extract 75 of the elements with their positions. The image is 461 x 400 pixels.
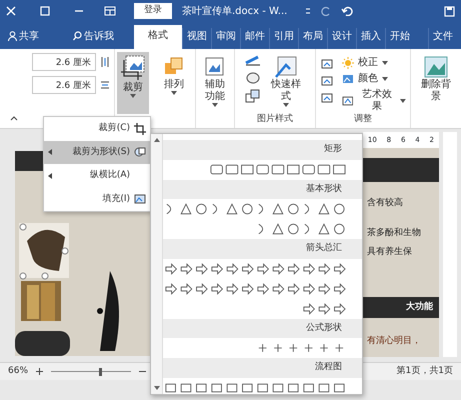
sun-button[interactable]: 校正 <box>342 57 406 69</box>
section-header: 箭头总汇 <box>163 239 362 258</box>
ribbon-tab[interactable]: 格式 <box>134 25 182 49</box>
group-label: 图片样式 <box>256 112 293 126</box>
share-button[interactable]: 共享 <box>4 28 43 49</box>
person-icon <box>8 31 17 41</box>
change-picture-icon[interactable] <box>320 74 334 87</box>
section-header: 公式形状 <box>163 318 362 338</box>
section-header: 矩形 <box>163 140 362 160</box>
arrange-button[interactable]: 排列 <box>157 53 191 97</box>
zoom-in-icon[interactable] <box>36 368 44 375</box>
search-icon <box>73 31 82 41</box>
crop-icon <box>120 54 146 82</box>
save-icon[interactable] <box>444 6 455 16</box>
scroll-up-icon[interactable] <box>152 137 160 143</box>
color-button[interactable]: 颜色 <box>342 73 406 85</box>
window-title: 茶叶宣传单.docx - W... <box>182 4 288 18</box>
section-header: 流程图 <box>163 358 362 378</box>
ribbon-display-icon[interactable] <box>104 6 116 16</box>
menu-item[interactable]: 裁剪为形状(S) <box>44 140 150 164</box>
shape-outline-icon[interactable] <box>244 53 262 67</box>
quick-styles-icon <box>274 55 298 79</box>
crop-button[interactable]: 裁剪 <box>117 52 149 114</box>
undo-icon[interactable] <box>341 6 354 16</box>
caret-icon <box>171 91 177 95</box>
crop-icon <box>134 122 146 135</box>
reset-picture-icon[interactable] <box>320 91 334 104</box>
height-icon <box>100 56 110 68</box>
redo-icon[interactable] <box>321 6 332 16</box>
group-label: 调整 <box>354 113 372 126</box>
menu-item[interactable]: 裁剪(C) <box>44 117 150 140</box>
sun-icon <box>342 57 354 69</box>
scrollbar[interactable] <box>151 134 163 394</box>
fill-icon <box>134 193 146 206</box>
menu-item[interactable]: 纵横比(A) <box>44 164 150 188</box>
zoom-level: 66% <box>8 364 28 378</box>
width-icon <box>100 79 110 91</box>
artistic-effects-button[interactable]: 艺术效果 <box>342 89 406 113</box>
section-header: 基本形状 <box>163 180 362 199</box>
remove-background-button[interactable]: 删除背景 <box>415 53 457 105</box>
document-text: 含有较高 <box>366 196 404 210</box>
crop-frame-icon[interactable] <box>320 57 334 70</box>
artistic-effects-icon <box>342 95 354 107</box>
shape-icons-drawing[interactable] <box>163 380 346 394</box>
shape-icons-drawing[interactable] <box>163 282 346 296</box>
caret-icon <box>382 77 388 81</box>
document-text: 具有养生保 <box>366 246 413 259</box>
caret-icon <box>382 61 388 65</box>
close-icon[interactable] <box>6 6 16 16</box>
slider-thumb[interactable] <box>98 368 102 376</box>
caret-icon <box>282 103 289 107</box>
zoom-out-icon[interactable] <box>139 368 146 375</box>
customize-icon[interactable] <box>305 6 312 16</box>
document-text: 有清心明目， <box>366 334 422 348</box>
login-button[interactable]: 登录 <box>134 3 172 19</box>
caret-icon <box>212 103 218 107</box>
size-field[interactable]: 2.6 厘米 <box>32 53 96 71</box>
picture-effects-icon[interactable] <box>244 71 262 85</box>
document-text: 茶多酚和生物 <box>366 226 422 240</box>
page-count: 第1页，共1页 <box>396 364 453 378</box>
shape-icon <box>134 146 146 158</box>
color-icon <box>342 73 354 85</box>
remove-background-icon <box>423 55 450 79</box>
menu-item[interactable]: 填充(I) <box>44 188 150 211</box>
caret-icon <box>400 99 406 103</box>
size-field[interactable]: 2.6 厘米 <box>32 76 96 94</box>
maximize-icon[interactable] <box>40 6 50 16</box>
scroll-down-icon[interactable] <box>152 385 160 391</box>
quick-styles-button[interactable]: 快速样式 <box>266 53 306 109</box>
picture-layout-icon[interactable] <box>244 89 262 103</box>
document-text: 大功能 <box>363 296 439 318</box>
tell-me-field[interactable]: 告诉我 <box>69 28 118 49</box>
shape-icons-drawing[interactable] <box>163 262 346 276</box>
caret-icon <box>130 94 136 98</box>
accessibility-button[interactable]: 辅助功能 <box>200 53 230 109</box>
